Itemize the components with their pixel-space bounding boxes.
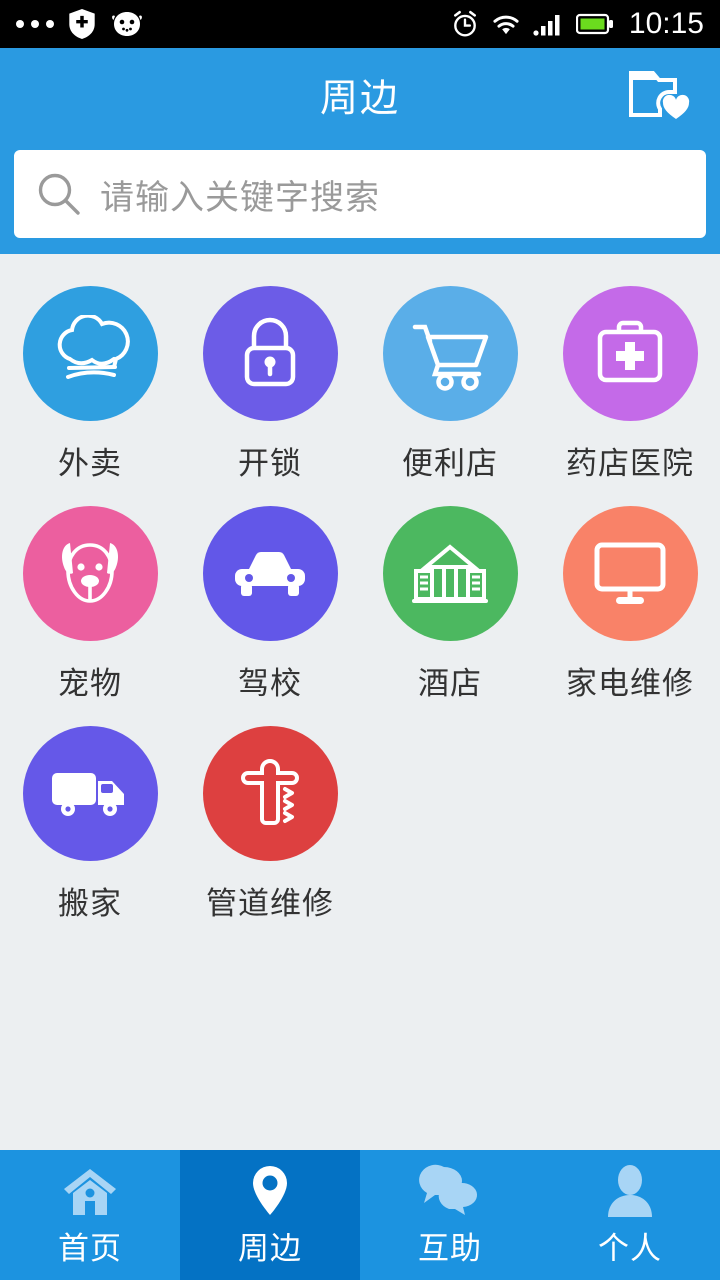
category-label: 驾校: [238, 666, 302, 701]
category-grid: 外卖 开锁 便利店 药店医院 宠物 驾校 酒店 家电维修 搬家 管道维修: [0, 272, 720, 932]
category-label: 药店医院: [566, 446, 694, 481]
hotel-building-icon: [412, 543, 488, 603]
category-item-pet[interactable]: 宠物: [0, 492, 180, 712]
shopping-cart-icon: [412, 324, 489, 391]
dog-face-icon: [62, 542, 118, 603]
category-label: 便利店: [402, 446, 498, 481]
battery-icon: [575, 13, 613, 35]
search-input[interactable]: 请输入关键字搜索: [14, 150, 706, 238]
signal-bars-icon: [533, 15, 560, 36]
search-icon: [38, 173, 80, 215]
category-icon-circle: [202, 286, 338, 421]
category-label: 管道维修: [206, 886, 334, 921]
search-placeholder: 请输入关键字搜索: [100, 178, 380, 217]
category-item-convenience-store[interactable]: 便利店: [360, 272, 540, 492]
shield-plus-icon: [69, 9, 95, 39]
category-icon-circle: [562, 506, 698, 641]
tab-mutual-help[interactable]: 互助: [360, 1150, 540, 1280]
tab-label: 互助: [418, 1230, 482, 1266]
category-label: 外卖: [58, 446, 122, 481]
bottom-tab-bar: 首页 周边 互助 个人: [0, 1150, 720, 1280]
category-item-pipe-repair[interactable]: 管道维修: [180, 712, 360, 932]
moving-truck-icon: [52, 772, 124, 816]
category-label: 宠物: [58, 666, 122, 701]
category-label: 酒店: [418, 666, 482, 701]
category-item-appliance-repair[interactable]: 家电维修: [540, 492, 720, 712]
folder-heart-icon: [629, 71, 690, 119]
chat-bubbles-icon: [418, 1163, 482, 1219]
category-icon-circle: [202, 726, 338, 861]
category-item-hotel[interactable]: 酒店: [360, 492, 540, 712]
category-icon-circle: [202, 506, 338, 641]
alarm-clock-icon: [453, 10, 476, 37]
tab-nearby[interactable]: 周边: [180, 1150, 360, 1280]
android-robot-icon: [112, 12, 142, 36]
status-bar: 10:15: [0, 0, 720, 48]
first-aid-kit-icon: [597, 320, 663, 382]
category-item-pharmacy-hospital[interactable]: 药店医院: [540, 272, 720, 492]
category-item-driving-school[interactable]: 驾校: [180, 492, 360, 712]
person-icon: [604, 1163, 656, 1219]
category-item-unlock[interactable]: 开锁: [180, 272, 360, 492]
category-label: 家电维修: [566, 666, 694, 701]
car-icon: [235, 551, 305, 596]
search-bar-container: 请输入关键字搜索: [0, 140, 720, 254]
category-item-moving[interactable]: 搬家: [0, 712, 180, 932]
category-item-takeout[interactable]: 外卖: [0, 272, 180, 492]
category-label: 搬家: [58, 886, 122, 921]
chef-hat-icon: [57, 314, 130, 379]
category-label: 开锁: [238, 446, 302, 481]
location-pin-icon: [246, 1163, 294, 1219]
category-grid-container: 外卖 开锁 便利店 药店医院 宠物 驾校 酒店 家电维修 搬家 管道维修: [0, 254, 720, 1150]
more-dots-icon: [16, 20, 54, 28]
status-bar-right-icons: 10:15: [451, 7, 704, 41]
tab-personal[interactable]: 个人: [540, 1150, 720, 1280]
status-bar-left-icons: [16, 9, 144, 39]
category-icon-circle: [22, 726, 158, 861]
wifi-icon: [493, 15, 519, 35]
tab-label: 周边: [238, 1230, 302, 1266]
title-bar: 周边: [0, 48, 720, 140]
category-icon-circle: [562, 286, 698, 421]
monitor-icon: [594, 542, 666, 604]
tab-label: 首页: [58, 1230, 122, 1266]
pipe-hydrant-icon: [241, 758, 299, 825]
category-icon-circle: [382, 506, 518, 641]
favorites-button[interactable]: [624, 62, 696, 126]
app-screen: 10:15 周边 请输入关键字搜索 外卖 开锁 便利店 药店医院 宠物 驾校 酒…: [0, 0, 720, 1280]
status-bar-clock: 10:15: [628, 7, 704, 40]
category-icon-circle: [382, 286, 518, 421]
tab-home[interactable]: 首页: [0, 1150, 180, 1280]
padlock-icon: [244, 317, 296, 386]
tab-label: 个人: [598, 1230, 662, 1266]
category-icon-circle: [22, 506, 158, 641]
page-title: 周边: [319, 77, 400, 120]
home-icon: [61, 1163, 119, 1219]
category-icon-circle: [22, 286, 158, 421]
